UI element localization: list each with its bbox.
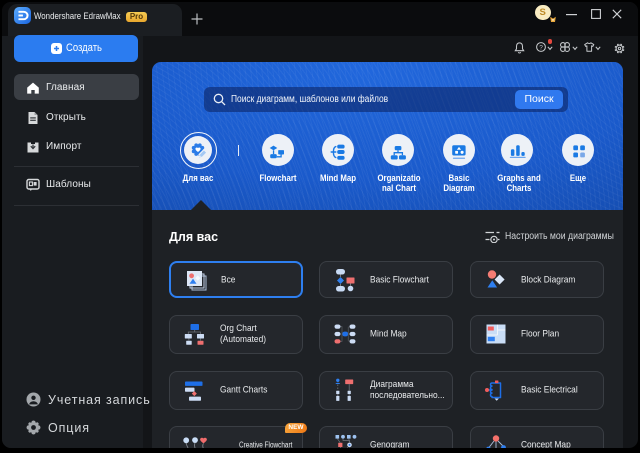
svg-text:?: ? — [539, 44, 543, 51]
